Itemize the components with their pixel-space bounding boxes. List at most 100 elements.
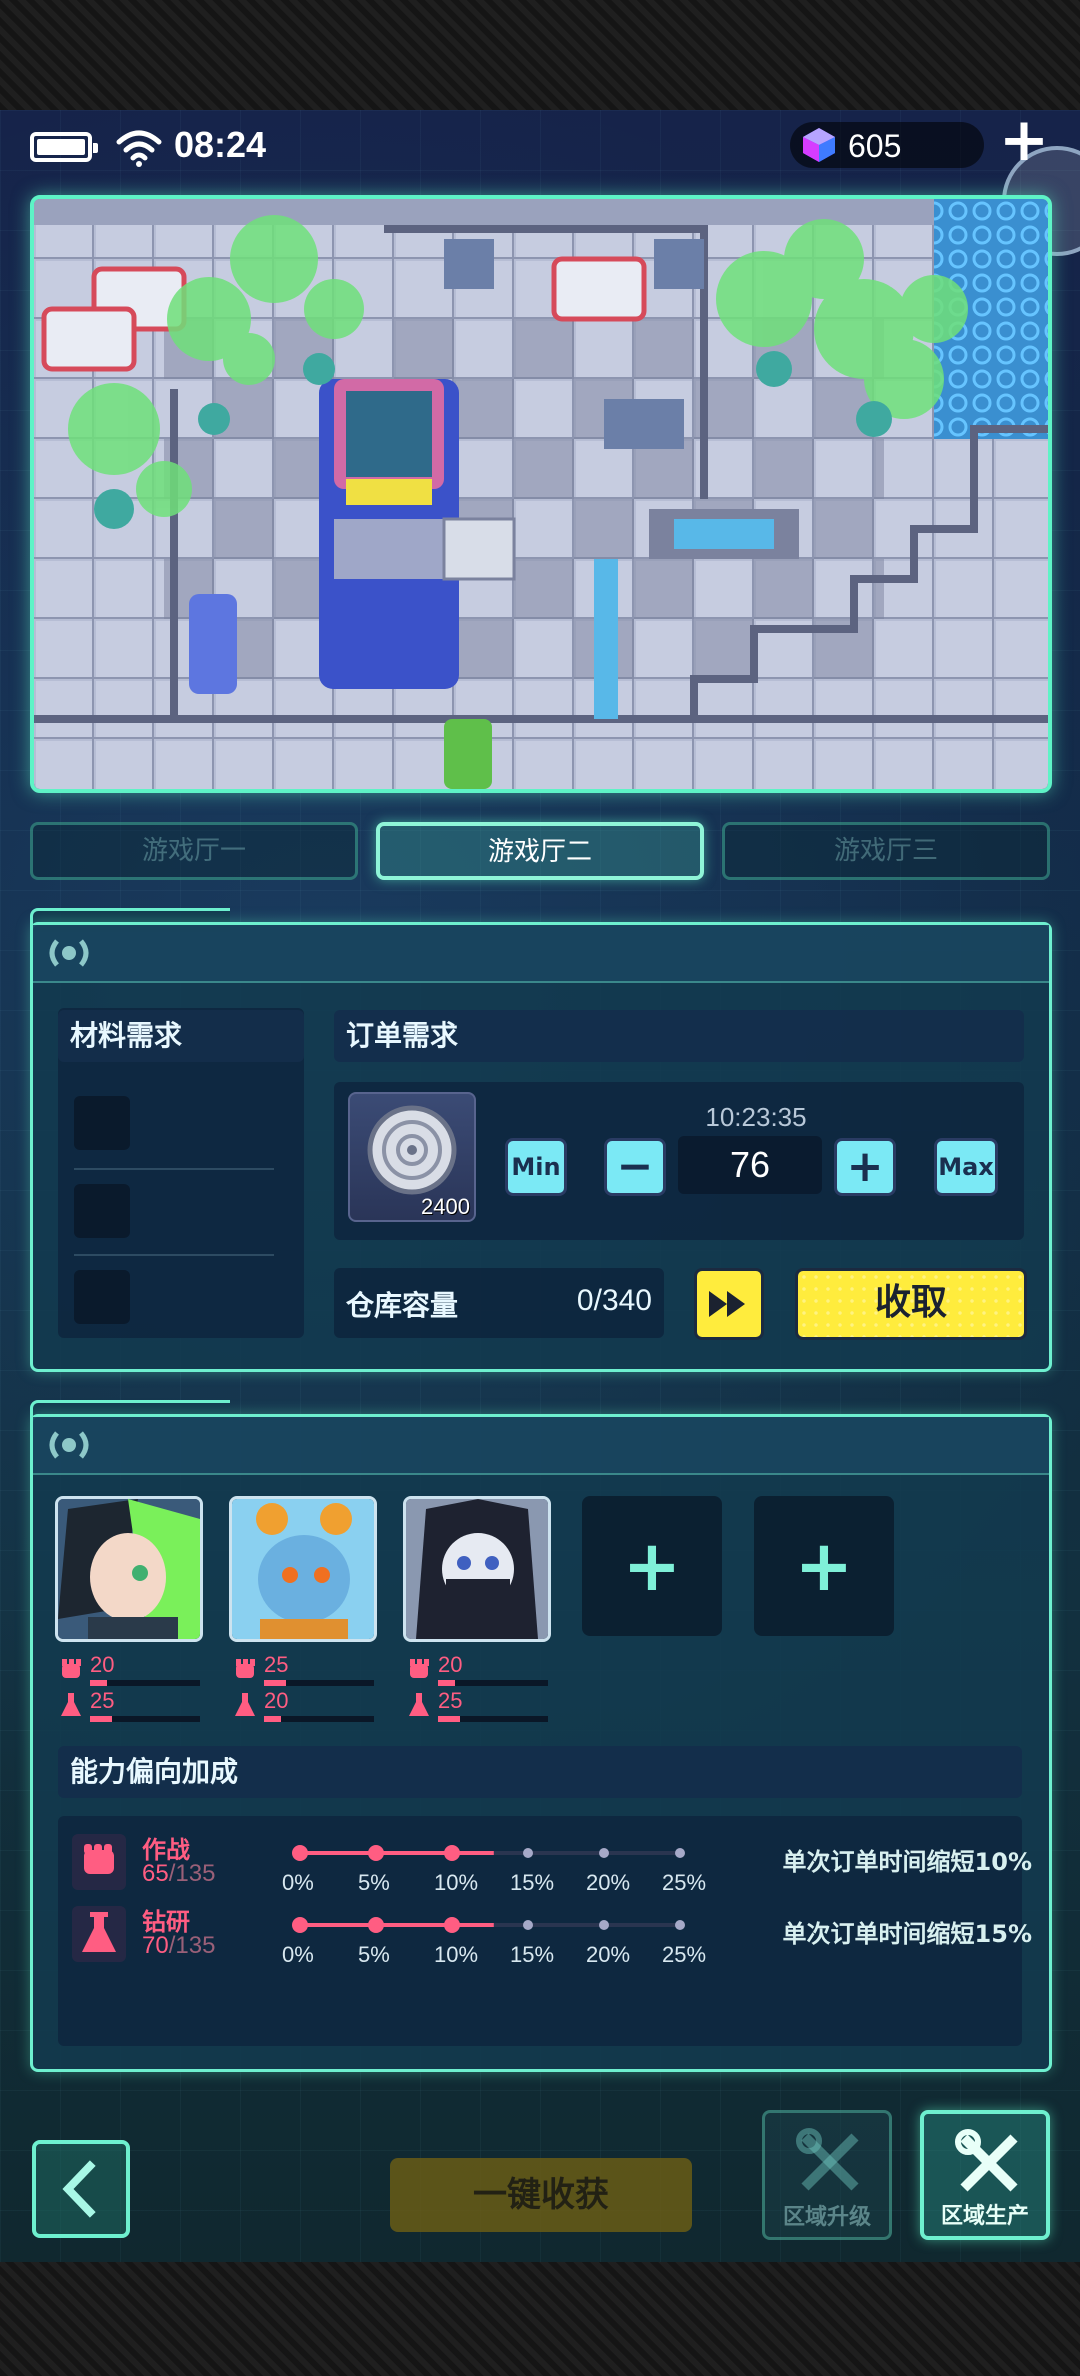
battery-icon [30, 132, 98, 162]
min-button[interactable]: Min [505, 1138, 567, 1196]
bonus-track [292, 1845, 685, 1861]
track-node [523, 1920, 533, 1930]
tools-icon [955, 2129, 1018, 2192]
bonus-title: 能力偏向加成 [58, 1746, 1022, 1798]
staff-portrait-1[interactable] [55, 1496, 203, 1642]
stat-value: 20 [438, 1652, 463, 1677]
flask-icon [72, 1906, 126, 1962]
stat-value: 20 [90, 1652, 115, 1677]
fast-forward-button[interactable] [694, 1268, 764, 1340]
step-label: 10% [434, 1942, 479, 1967]
track-node [675, 1848, 685, 1858]
clock: 08:24 [174, 124, 267, 165]
track-node [444, 1917, 460, 1933]
staff-portrait-2[interactable] [229, 1496, 377, 1642]
stat-value: 25 [264, 1652, 289, 1677]
minus-button[interactable]: − [604, 1138, 666, 1196]
hall-map-view[interactable] [30, 195, 1052, 793]
step-label: 20% [586, 1870, 631, 1895]
bottom-hatch-border [0, 2262, 1080, 2376]
bonus-row-combat: 作战 65/135 0% 5% 10% 15% 20% 25% 单次订单时间缩短10% [72, 1830, 1032, 1906]
character-portrait [406, 1499, 548, 1639]
stat-bar [90, 1716, 200, 1722]
zone-produce-button[interactable]: 区域生产 [920, 2110, 1050, 2240]
max-button[interactable]: Max [934, 1138, 998, 1196]
gem-counter[interactable]: 605 [790, 122, 984, 168]
staff-panel-header [33, 1417, 1049, 1475]
zone-upgrade-label: 区域升级 [782, 2205, 871, 2230]
add-gems-button[interactable]: + [996, 110, 1052, 174]
bonus-description: 单次订单时间缩短10% [782, 1848, 1032, 1876]
stat-bar [264, 1716, 374, 1722]
staff-stat-combat: 20 [58, 1652, 208, 1688]
track-node [368, 1845, 384, 1861]
stat-bar [264, 1680, 374, 1686]
track-node [599, 1920, 609, 1930]
signal-icon [49, 939, 89, 967]
step-label: 0% [282, 1942, 314, 1967]
tab-hall-2[interactable]: 游戏厅二 [376, 822, 704, 880]
track-node [675, 1920, 685, 1930]
chevron-left-icon [62, 2160, 96, 2218]
tab-hall-1[interactable]: 游戏厅一 [30, 822, 358, 880]
order-timer: 10:23:35 [705, 1102, 807, 1132]
gem-icon [803, 128, 835, 162]
staff-portrait-3[interactable] [403, 1496, 551, 1642]
character-portrait [58, 1499, 200, 1639]
fist-icon [62, 1659, 81, 1678]
track-node [292, 1845, 308, 1861]
staff-stat-combat: 25 [232, 1652, 382, 1688]
track-node [599, 1848, 609, 1858]
step-label: 25% [662, 1870, 707, 1895]
staff-stat-research: 25 [406, 1688, 556, 1724]
add-staff-slot-1[interactable]: + [582, 1496, 722, 1636]
stat-value: 25 [90, 1688, 115, 1713]
step-label: 10% [434, 1870, 479, 1895]
storage-label: 仓库容量 [346, 1289, 459, 1322]
step-label: 5% [358, 1870, 390, 1895]
signal-icon [49, 1431, 89, 1459]
add-staff-label: + [622, 1525, 682, 1607]
step-label: 15% [510, 1870, 555, 1895]
coin-disc-icon [367, 1105, 457, 1195]
track-node [523, 1848, 533, 1858]
tab-hall-3[interactable]: 游戏厅三 [722, 822, 1050, 880]
flask-icon [61, 1693, 81, 1716]
back-button[interactable] [32, 2140, 130, 2238]
track-node [368, 1917, 384, 1933]
staff-stat-combat: 20 [406, 1652, 556, 1688]
bonus-value: 70/135 [142, 1932, 216, 1959]
fast-forward-icon [709, 1291, 745, 1317]
material-slot[interactable] [74, 1096, 130, 1150]
status-bar: 08:24 605 + [0, 110, 1080, 256]
step-label: 20% [586, 1942, 631, 1967]
material-slot[interactable] [74, 1184, 130, 1238]
zone-upgrade-button[interactable]: 区域升级 [762, 2110, 892, 2240]
stat-bar [90, 1680, 200, 1686]
character-portrait [232, 1499, 374, 1639]
divider [74, 1254, 274, 1256]
track-node [292, 1917, 308, 1933]
divider [74, 1168, 274, 1170]
step-label: 15% [510, 1942, 555, 1967]
stat-bar [438, 1716, 548, 1722]
stat-value: 20 [264, 1688, 289, 1713]
production-panel-header [33, 925, 1049, 983]
hall-map-scene [34, 199, 1048, 789]
bonus-value: 65/135 [142, 1860, 216, 1887]
bonus-description: 单次订单时间缩短15% [782, 1920, 1032, 1948]
add-staff-label: + [794, 1525, 854, 1607]
order-item-qty: 2400 [421, 1194, 470, 1219]
fist-icon [410, 1659, 429, 1678]
stat-bar [438, 1680, 548, 1686]
material-slot[interactable] [74, 1270, 130, 1324]
order-item[interactable]: 2400 [348, 1092, 476, 1222]
quantity-field[interactable]: 76 [678, 1136, 822, 1194]
storage-capacity: 仓库容量 0/340 [334, 1268, 664, 1338]
add-staff-slot-2[interactable]: + [754, 1496, 894, 1636]
step-label: 5% [358, 1942, 390, 1967]
harvest-all-button[interactable]: 一键收获 [390, 2158, 692, 2232]
orders-title: 订单需求 [334, 1010, 1024, 1062]
collect-button[interactable]: 收取 [795, 1268, 1027, 1340]
plus-button[interactable]: + [834, 1138, 896, 1196]
